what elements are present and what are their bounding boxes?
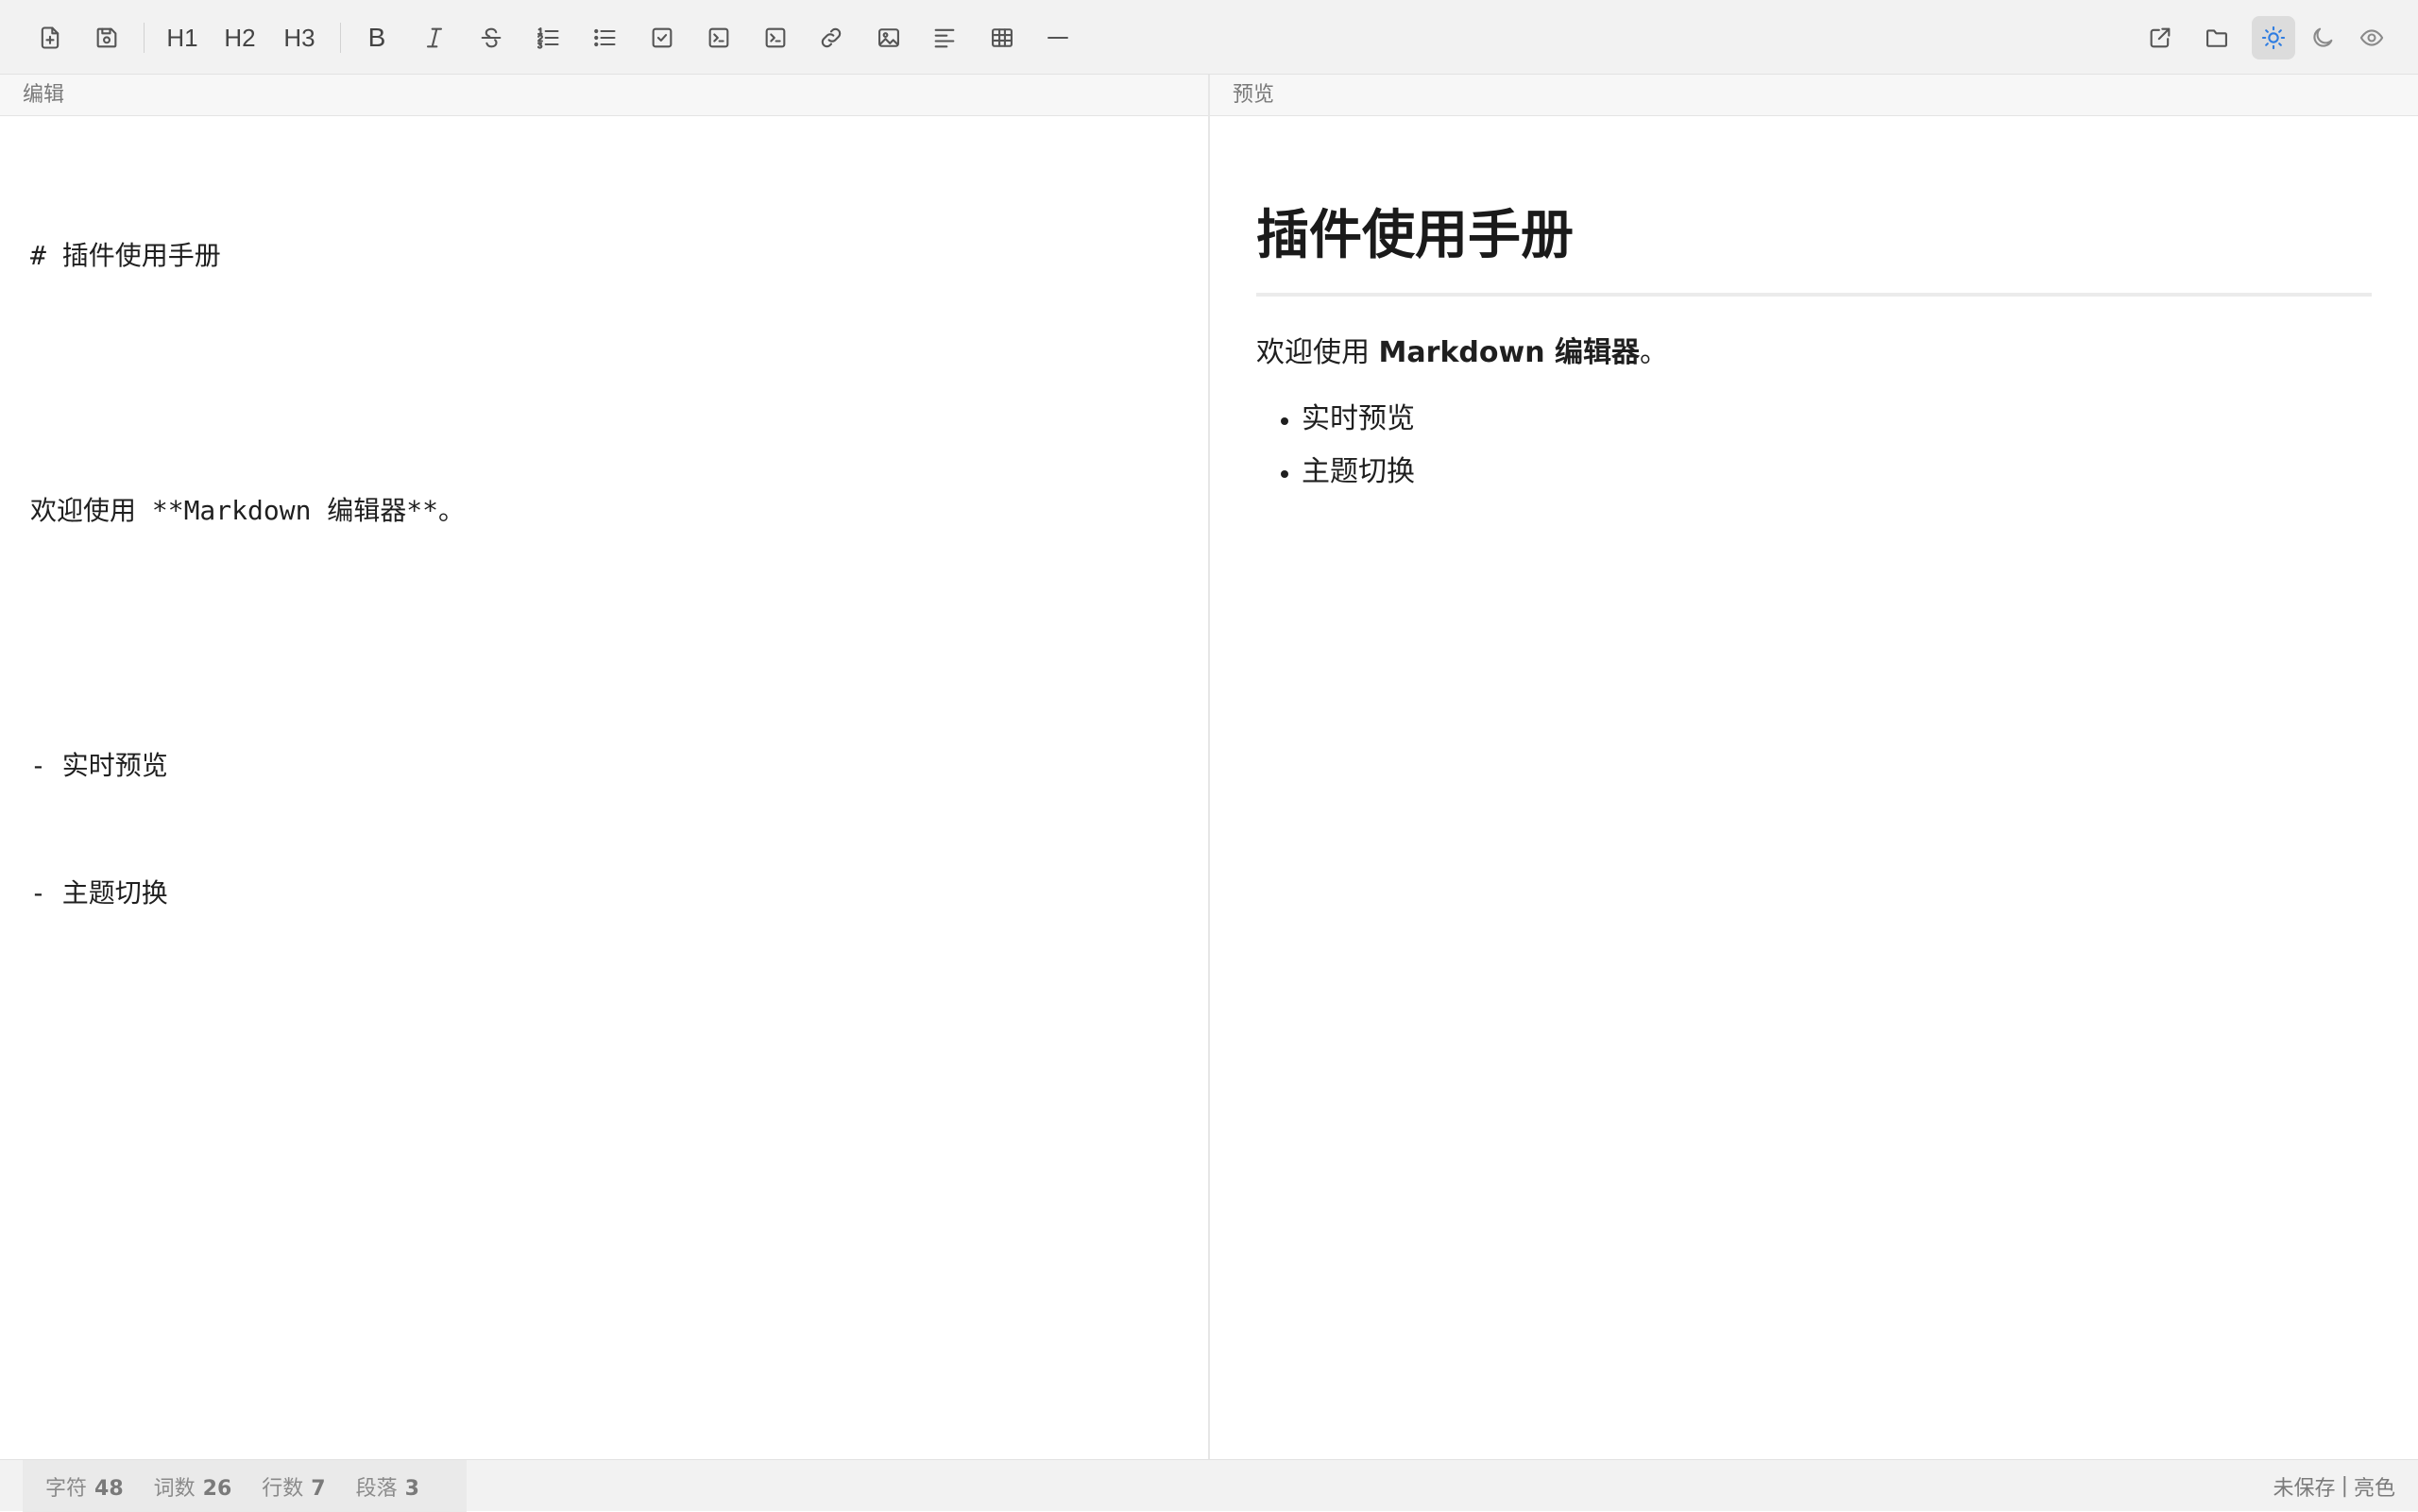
theme-indicator: 亮色 <box>2353 1476 2395 1501</box>
unordered-list-icon <box>594 28 616 47</box>
italic-button[interactable] <box>413 16 456 59</box>
paragraph-count: 段落 3 <box>356 1471 419 1502</box>
editor-pane-header: 编辑 <box>0 75 1208 116</box>
checkbox-icon <box>652 27 673 48</box>
heading-2-button[interactable]: H2 <box>218 16 262 59</box>
markdown-preview: 插件使用手册 欢迎使用 Markdown 编辑器。 实时预览 主题切换 <box>1210 117 2418 1458</box>
save-button[interactable] <box>85 16 128 59</box>
image-icon <box>878 28 899 47</box>
dark-theme-button[interactable] <box>2301 16 2344 59</box>
task-list-button[interactable] <box>640 16 684 59</box>
eye-icon <box>2359 29 2384 46</box>
char-count-value: 48 <box>94 1476 124 1501</box>
preview-title: 插件使用手册 <box>1256 200 2372 297</box>
toolbar-separator <box>144 23 145 53</box>
line-count-label: 行数 <box>262 1476 304 1501</box>
preview-toggle-button[interactable] <box>2350 16 2393 59</box>
horizontal-rule-button[interactable] <box>1036 16 1080 59</box>
save-icon <box>96 27 117 48</box>
status-separator: | <box>2341 1474 2348 1498</box>
export-button[interactable] <box>2138 16 2182 59</box>
paragraph-text: 欢迎使用 <box>1256 336 1379 369</box>
save-state: 未保存 <box>2273 1476 2336 1501</box>
bold-button[interactable]: B <box>355 16 399 59</box>
folder-icon <box>2206 29 2227 47</box>
editor-line: - 主题切换 <box>30 877 168 909</box>
open-folder-button[interactable] <box>2195 16 2239 59</box>
toolbar-separator <box>340 23 341 53</box>
unordered-list-button[interactable] <box>583 16 626 59</box>
word-count: 词数 26 <box>154 1471 232 1502</box>
code-terminal-icon <box>708 27 729 48</box>
external-link-icon <box>2150 27 2171 48</box>
preview-pane-header: 预览 <box>1210 75 2418 116</box>
status-bar: 字符 48 词数 26 行数 7 段落 3 未保存 | 亮色 <box>0 1459 2418 1512</box>
status-right: 未保存 | 亮色 <box>2273 1460 2395 1512</box>
code-block-icon <box>765 27 786 48</box>
strikethrough-button[interactable] <box>469 16 513 59</box>
list-item: 主题切换 <box>1302 446 2372 499</box>
editor-line: # 插件使用手册 <box>30 240 221 271</box>
char-count-label: 字符 <box>45 1476 88 1501</box>
editor-line: - 实时预览 <box>30 750 168 781</box>
link-button[interactable] <box>809 16 853 59</box>
word-count-value: 26 <box>202 1476 232 1501</box>
word-count-label: 词数 <box>153 1476 196 1501</box>
preview-paragraph: 欢迎使用 Markdown 编辑器。 <box>1256 332 2372 374</box>
light-theme-button[interactable] <box>2252 16 2295 59</box>
table-icon <box>992 28 1013 47</box>
strikethrough-icon <box>481 27 502 48</box>
heading-1-button[interactable]: H1 <box>161 16 204 59</box>
paragraph-count-label: 段落 <box>355 1476 398 1501</box>
paragraph-count-value: 3 <box>404 1476 419 1501</box>
paragraph-bold-text: Markdown 编辑器 <box>1378 336 1640 369</box>
markdown-editor[interactable]: # 插件使用手册 欢迎使用 **Markdown 编辑器**。 - 实时预览 -… <box>0 117 1208 1458</box>
paragraph-text: 。 <box>1640 336 1668 369</box>
list-item: 实时预览 <box>1302 393 2372 446</box>
align-left-icon <box>934 28 955 48</box>
new-file-button[interactable] <box>28 16 72 59</box>
char-count: 字符 48 <box>45 1471 124 1502</box>
heading-3-button[interactable]: H3 <box>278 16 321 59</box>
preview-list: 实时预览 主题切换 <box>1256 393 2372 499</box>
file-plus-icon <box>41 26 60 49</box>
moon-icon <box>2313 27 2333 47</box>
inline-code-button[interactable] <box>697 16 741 59</box>
editor-line: 欢迎使用 **Markdown 编辑器**。 <box>30 495 466 526</box>
horizontal-rule-icon <box>1047 36 1068 40</box>
sun-icon <box>2261 25 2286 50</box>
line-count: 行数 7 <box>262 1471 325 1502</box>
code-block-button[interactable] <box>754 16 797 59</box>
image-button[interactable] <box>867 16 911 59</box>
italic-icon <box>426 27 443 48</box>
ordered-list-icon <box>536 27 559 49</box>
align-button[interactable] <box>923 16 966 59</box>
link-icon <box>821 27 842 48</box>
document-stats: 字符 48 词数 26 行数 7 段落 3 <box>23 1460 467 1512</box>
line-count-value: 7 <box>311 1476 326 1501</box>
toolbar: H1 H2 H3 B <box>0 0 2418 75</box>
table-button[interactable] <box>980 16 1024 59</box>
ordered-list-button[interactable] <box>526 16 570 59</box>
